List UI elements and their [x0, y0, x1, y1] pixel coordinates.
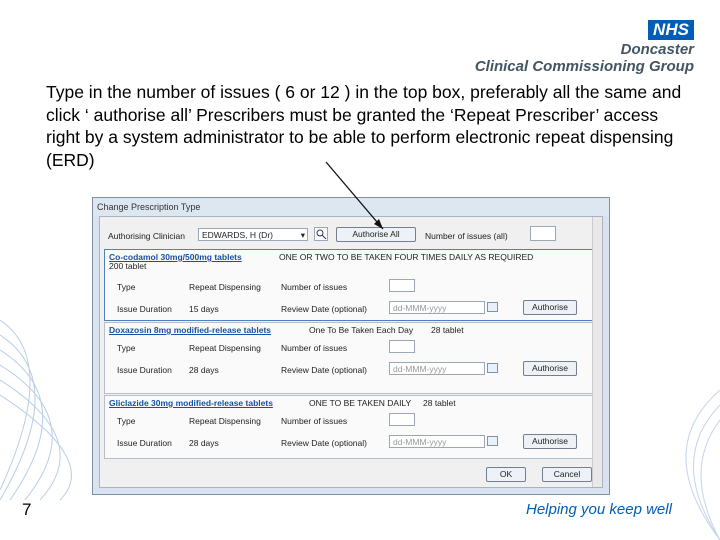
tagline: Helping you keep well: [526, 501, 672, 518]
slide-number: 7: [22, 500, 32, 519]
pointer-arrow: [325, 161, 384, 230]
